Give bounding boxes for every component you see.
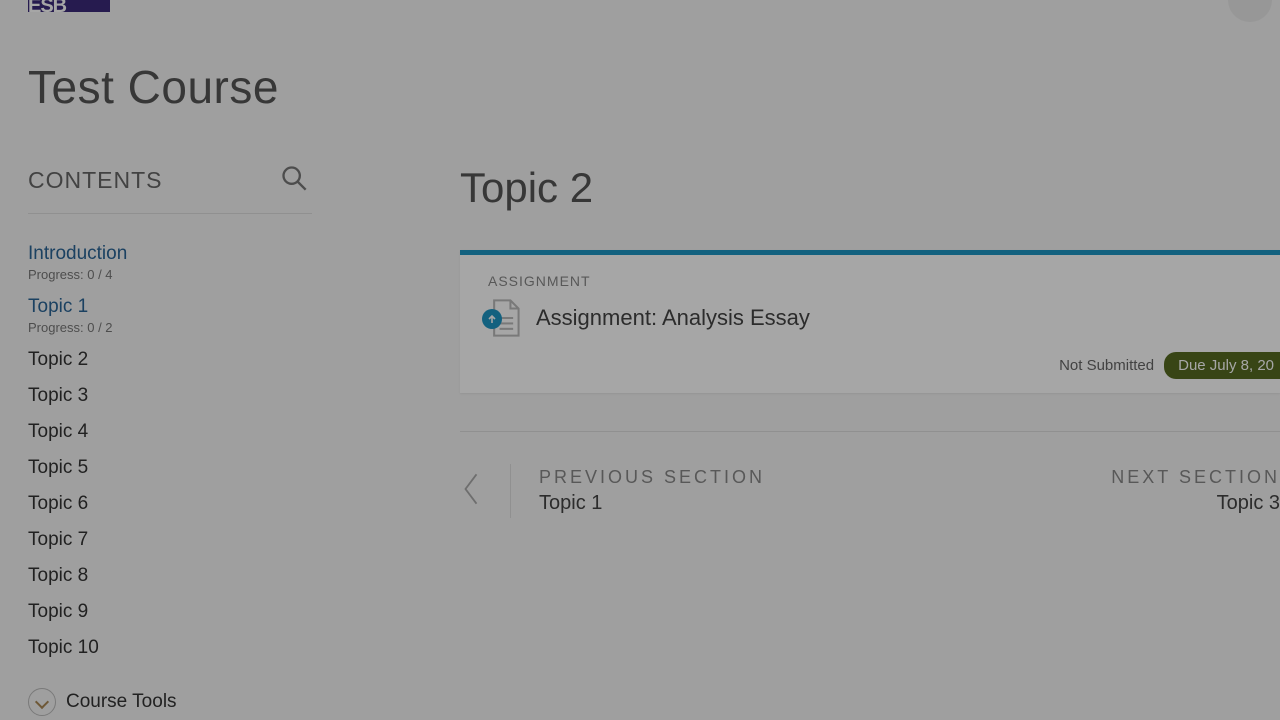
sidebar-item-label: Topic 5	[28, 457, 340, 479]
sidebar-item-label: Introduction	[28, 243, 340, 265]
prev-label: Topic 1	[539, 492, 765, 515]
sidebar-item-topic-7[interactable]: Topic 7	[28, 522, 340, 558]
chevron-left-icon	[460, 469, 482, 514]
sidebar-item-label: Topic 6	[28, 493, 340, 515]
sidebar-item-label: Topic 8	[28, 565, 340, 587]
next-label: Topic 3	[1111, 492, 1280, 515]
assignment-card[interactable]: ASSIGNMENT Assignment: Analysis Essay No…	[460, 250, 1280, 393]
course-tools-button[interactable]: Course Tools	[28, 688, 340, 716]
sidebar-item-label: Topic 7	[28, 529, 340, 551]
sidebar-item-topic-8[interactable]: Topic 8	[28, 558, 340, 594]
next-heading: NEXT SECTION	[1111, 467, 1280, 488]
sidebar-item-topic-9[interactable]: Topic 9	[28, 594, 340, 630]
course-title: Test Course	[0, 12, 1280, 164]
compass-icon	[28, 688, 56, 716]
logo[interactable]: ESB	[28, 0, 110, 12]
card-kind-label: ASSIGNMENT	[488, 273, 1252, 289]
sidebar-item-progress: Progress: 0 / 2	[28, 320, 340, 335]
sidebar-item-topic-5[interactable]: Topic 5	[28, 450, 340, 486]
sidebar-item-label: Topic 3	[28, 385, 340, 407]
contents-heading: CONTENTS	[28, 167, 163, 194]
sidebar-item-topic-4[interactable]: Topic 4	[28, 414, 340, 450]
main-content: Topic 2 ASSIGNMENT Assignment: Analysis …	[340, 164, 1280, 716]
sidebar-item-topic-2[interactable]: Topic 2	[28, 342, 340, 378]
sidebar-item-label: Topic 4	[28, 421, 340, 443]
due-date-badge: Due July 8, 20	[1164, 352, 1280, 379]
sidebar-item-progress: Progress: 0 / 4	[28, 267, 340, 282]
sidebar-item-label: Topic 2	[28, 349, 340, 371]
sidebar-item-label: Topic 10	[28, 637, 340, 659]
sidebar-item-label: Topic 1	[28, 296, 340, 318]
sidebar-item-introduction[interactable]: Introduction Progress: 0 / 4	[28, 236, 340, 289]
sidebar-item-topic-10[interactable]: Topic 10	[28, 630, 340, 666]
upload-badge-icon	[482, 309, 502, 329]
assignment-title: Assignment: Analysis Essay	[536, 305, 810, 331]
sidebar-item-topic-6[interactable]: Topic 6	[28, 486, 340, 522]
submission-status: Not Submitted	[1059, 357, 1154, 374]
sidebar-item-topic-1[interactable]: Topic 1 Progress: 0 / 2	[28, 289, 340, 342]
next-section-button[interactable]: NEXT SECTION Topic 3	[1111, 464, 1280, 518]
sidebar: CONTENTS Introduction Progress: 0 / 4 Topi…	[0, 164, 340, 716]
sidebar-item-topic-3[interactable]: Topic 3	[28, 378, 340, 414]
course-tools-label: Course Tools	[66, 691, 177, 713]
assignment-upload-icon	[488, 299, 522, 337]
topic-title: Topic 2	[460, 164, 1280, 212]
sidebar-item-label: Topic 9	[28, 601, 340, 623]
search-icon[interactable]	[280, 164, 308, 197]
prev-heading: PREVIOUS SECTION	[539, 467, 765, 488]
previous-section-button[interactable]: PREVIOUS SECTION Topic 1	[460, 464, 765, 518]
